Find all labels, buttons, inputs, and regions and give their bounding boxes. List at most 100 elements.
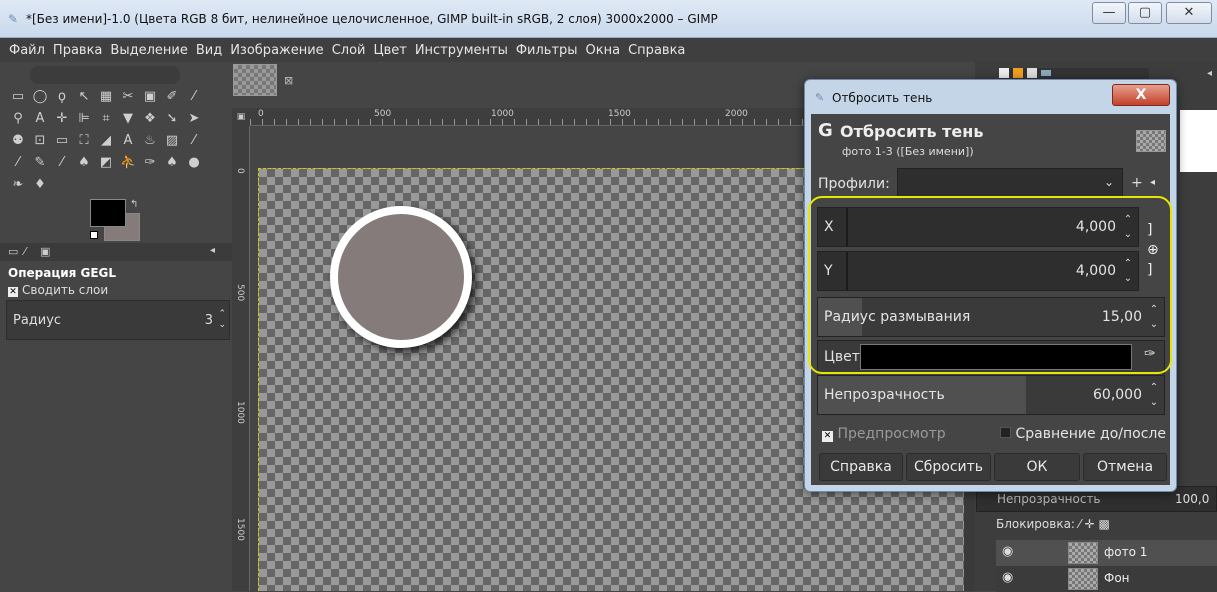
layer-opacity-value: 100,0 [1175, 492, 1210, 506]
text-icon[interactable]: A [120, 133, 136, 149]
ruler-corner-icon[interactable]: ▣ [232, 108, 250, 126]
lock-alpha-icon[interactable]: ▩ [1099, 517, 1110, 531]
menu-view[interactable]: Вид [195, 43, 223, 58]
menu-windows[interactable]: Окна [585, 43, 622, 58]
tool-options-tab-icon[interactable]: ▭ [8, 245, 18, 258]
menu-select[interactable]: Выделение [109, 43, 188, 58]
dodge-icon[interactable]: ● [186, 155, 202, 171]
profile-menu-icon[interactable]: ◂ [1150, 177, 1155, 188]
brushes-tab-icon[interactable] [999, 68, 1009, 78]
menu-image[interactable]: Изображение [229, 43, 324, 58]
radius-spinner[interactable]: ⌃ ⌄ [218, 309, 226, 331]
text-frame-icon[interactable]: ▭ [54, 133, 70, 149]
image-tab-thumbnail[interactable] [233, 64, 277, 96]
opacity-spinner[interactable]: ⌃ ⌄ [1148, 380, 1160, 412]
pattern-icon[interactable]: ▨ [164, 133, 180, 149]
eraser-icon[interactable]: ✎ [32, 155, 48, 171]
swap-colors-icon[interactable]: ↰ [130, 199, 138, 210]
shear-icon[interactable]: ➘ [164, 111, 180, 127]
profiles-dropdown[interactable]: ⌄ [897, 168, 1123, 198]
blur-icon[interactable]: ♦ [32, 177, 48, 193]
gradients-tab-icon[interactable] [1041, 70, 1051, 76]
fuzzy-select-icon[interactable]: ↖ [76, 89, 92, 105]
flip-icon[interactable]: ⚉ [10, 133, 26, 149]
cage-icon[interactable]: ⊡ [32, 133, 48, 149]
menu-edit[interactable]: Правка [52, 43, 103, 58]
lasso-icon[interactable]: ϙ [54, 89, 70, 105]
ok-button[interactable]: ОК [994, 453, 1080, 481]
move-icon[interactable]: ✛ [54, 111, 70, 127]
clone-icon[interactable]: ⛹ [120, 155, 136, 171]
paintbrush-icon[interactable]: ⁄ [10, 155, 26, 171]
radius-label: Радиус [13, 313, 62, 328]
help-button[interactable]: Справка [819, 453, 903, 481]
dialog-close-button[interactable]: X [1112, 84, 1170, 106]
menu-filters[interactable]: Фильтры [515, 43, 579, 58]
fonts-tab-icon[interactable] [1027, 68, 1037, 78]
perspective-icon[interactable]: ➤ [186, 111, 202, 127]
ink-icon[interactable]: ♠ [76, 155, 92, 171]
paint-bucket-icon[interactable]: ♨ [142, 133, 158, 149]
yellow-highlight-annotation [808, 196, 1172, 374]
ruler-tick-1500: 1500 [608, 109, 631, 119]
dock-menu-icon[interactable]: ◂ [1207, 68, 1212, 79]
add-profile-icon[interactable]: + [1131, 175, 1143, 191]
foreground-select-icon[interactable]: ▣ [142, 89, 158, 105]
pen-icon[interactable]: ⁄ [186, 89, 202, 105]
menu-tools[interactable]: Инструменты [414, 43, 509, 58]
zoom-icon[interactable]: ⚲ [10, 111, 26, 127]
maximize-button[interactable]: ▢ [1128, 2, 1162, 24]
radius-field[interactable]: Радиус 3 ⌃ ⌄ [6, 300, 230, 340]
vruler-tick-0: 0 [235, 168, 245, 174]
measure-icon[interactable]: A [32, 111, 48, 127]
default-colors-icon[interactable] [90, 231, 98, 239]
preview-option[interactable]: ✕ Предпросмотр [822, 426, 946, 442]
visibility-eye-icon[interactable]: ◉ [1002, 570, 1013, 585]
mypaint-icon[interactable]: ◩ [98, 155, 114, 171]
device-status-tab-icon[interactable]: ⁄ [24, 245, 26, 258]
minimize-button[interactable]: — [1092, 2, 1126, 24]
cancel-button[interactable]: Отмена [1083, 453, 1167, 481]
bucket-fill-icon[interactable]: ⛶ [76, 133, 92, 149]
layer-row[interactable]: ◉ фото 1 [996, 540, 1217, 566]
compare-checkbox[interactable] [1000, 427, 1011, 438]
close-window-button[interactable]: ✕ [1166, 2, 1212, 24]
crop-icon[interactable]: ⌗ [98, 111, 114, 127]
image-tab-close-icon[interactable]: ⊠ [284, 74, 293, 87]
reset-button[interactable]: Сбросить [906, 453, 991, 481]
opacity-field[interactable]: Непрозрачность 60,000 ⌃ ⌄ [817, 375, 1165, 415]
warp-icon[interactable]: ❖ [142, 111, 158, 127]
menu-file[interactable]: Файл [8, 43, 46, 58]
gegl-icon: G [818, 120, 833, 141]
align-icon[interactable]: ⊫ [76, 111, 92, 127]
menu-help[interactable]: Справка [627, 43, 686, 58]
preview-checkbox[interactable]: ✕ [822, 431, 833, 442]
merge-layers-option[interactable]: ✕ Сводить слои [8, 283, 108, 297]
pencil-icon[interactable]: ⁄ [186, 133, 202, 149]
paths-icon[interactable]: ✐ [164, 89, 180, 105]
configure-tab-icon[interactable]: ◂ [210, 245, 215, 256]
visibility-eye-icon[interactable]: ◉ [1002, 544, 1013, 559]
unified-transform-icon[interactable]: ▼ [120, 111, 136, 127]
color-select-icon[interactable]: ▦ [98, 89, 114, 105]
smudge-icon[interactable]: ♠ [164, 155, 180, 171]
ruler-tick-2000: 2000 [725, 109, 748, 119]
gradient-icon[interactable]: ◢ [98, 133, 114, 149]
scissors-icon[interactable]: ✂ [120, 89, 136, 105]
menu-colors[interactable]: Цвет [372, 43, 407, 58]
layer-row[interactable]: ◉ Фон [996, 566, 1217, 592]
foreground-color-swatch[interactable] [90, 199, 126, 227]
lock-pixels-icon[interactable]: ⁄ [1079, 517, 1081, 531]
vruler-tick-1500: 1500 [235, 518, 245, 541]
heal-icon[interactable]: ✑ [142, 155, 158, 171]
merge-layers-checkbox[interactable]: ✕ [8, 287, 18, 297]
menu-layer[interactable]: Слой [331, 43, 367, 58]
images-tab-icon[interactable]: ▣ [40, 245, 50, 258]
airbrush-icon[interactable]: ⁄ [54, 155, 70, 171]
color-picker-icon[interactable]: ❧ [10, 177, 26, 193]
ellipse-select-icon[interactable]: ◯ [32, 89, 48, 105]
compare-option[interactable]: Сравнение до/после [1000, 426, 1166, 442]
rect-select-icon[interactable]: ▭ [10, 89, 26, 105]
patterns-tab-icon[interactable] [1013, 68, 1023, 78]
lock-position-icon[interactable]: ✛ [1085, 517, 1095, 531]
